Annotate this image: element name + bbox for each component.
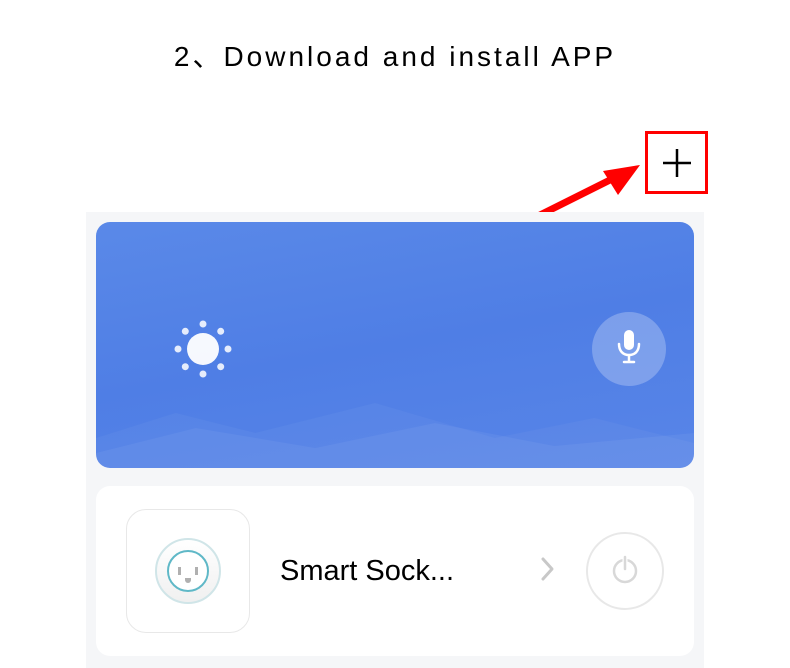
power-toggle-button[interactable] (586, 532, 664, 610)
device-icon-container (126, 509, 250, 633)
sun-icon (168, 314, 238, 384)
instruction-heading: 2、Download and install APP (0, 0, 790, 75)
app-screenshot: Smart Sock... (86, 212, 704, 668)
device-name-label: Smart Sock... (250, 555, 528, 588)
plus-icon (659, 145, 695, 181)
microphone-icon (614, 328, 644, 371)
power-icon (608, 552, 642, 591)
weather-panel (96, 222, 694, 468)
chevron-right-icon (540, 556, 556, 587)
device-card[interactable]: Smart Sock... (96, 486, 694, 656)
socket-icon (155, 538, 221, 604)
voice-button[interactable] (592, 312, 666, 386)
mountain-background (96, 388, 694, 468)
